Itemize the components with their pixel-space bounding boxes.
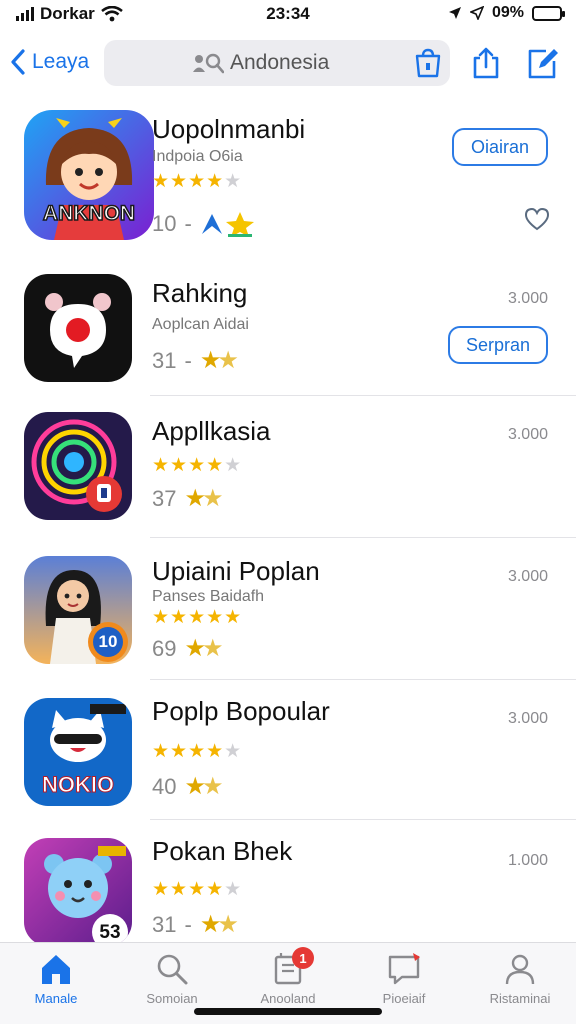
price-label: 3.000 [507, 290, 548, 307]
message-icon [388, 953, 420, 985]
rating-stars: ★★★★★ [152, 741, 243, 762]
app-meta: 40 ★★ [152, 772, 223, 801]
app-meta: 10 - [152, 210, 256, 238]
wishlist-icon[interactable] [524, 206, 550, 232]
battery-percent: 09% [491, 4, 524, 21]
app-title: Uopolnmanbi [152, 114, 306, 144]
app-title: Appllkasia [152, 416, 271, 446]
rating-stars: ★★★★★ [152, 879, 243, 900]
tab-label: Somoian [146, 991, 198, 1006]
price-label: 3.000 [507, 568, 548, 585]
app-icon: ANKNON [24, 110, 154, 240]
rating-stars-small: ★★ [184, 635, 223, 662]
rating-stars: ★★★★★ [152, 171, 243, 192]
meta-separator: - [184, 211, 192, 236]
back-button[interactable]: Leaya [10, 48, 89, 76]
app-subtitle: Indpoia O6ia [152, 148, 243, 165]
app-meta: 37 ★★ [152, 484, 223, 513]
tab-profile[interactable]: Ristaminai [470, 951, 570, 1006]
price-label: 1.000 [507, 852, 548, 869]
meta-separator: - [184, 911, 192, 937]
get-button[interactable]: Serpran [448, 326, 548, 364]
meta-count: 37 [152, 485, 177, 511]
back-label: Leaya [32, 50, 90, 73]
icon-wordmark: ANKNON [42, 201, 136, 226]
meta-count: 31 [152, 347, 177, 373]
search-input[interactable] [230, 48, 430, 78]
location-outline-icon [469, 6, 484, 20]
compose-icon[interactable] [526, 46, 558, 80]
app-title: Pokan Bhek [152, 836, 293, 866]
share-icon[interactable] [470, 46, 502, 80]
home-indicator[interactable] [194, 1008, 382, 1015]
person-search-icon [193, 53, 224, 74]
rating-stars-small: ★★ [184, 773, 223, 800]
meta-count: 10 [152, 211, 177, 236]
tab-messages[interactable]: Pioeiaif [354, 951, 454, 1006]
app-meta: 31 - ★★ [152, 910, 239, 939]
app-subtitle: Panses Baidafh [152, 588, 265, 605]
home-icon [42, 955, 70, 984]
tab-label: Pioeiaif [382, 991, 426, 1006]
app-title: Upiaini Poplan [152, 556, 320, 586]
status-bar: Dorkar 23:34 09% [0, 0, 576, 30]
target-icon [24, 412, 132, 520]
tab-updates[interactable]: 1 Anooland [238, 947, 338, 1006]
meta-count: 69 [152, 635, 177, 661]
list-item[interactable]: ANKNON Uopolnmanbi Indpoia O6ia ★★★★★ 10… [0, 104, 576, 254]
list-item[interactable]: NOKIO Poplp Bopoular ★★★★★ 40 ★★ 3.000 [0, 680, 576, 820]
tab-home[interactable]: Manale [6, 951, 106, 1006]
search-bar[interactable] [104, 40, 450, 86]
list-item[interactable]: Rahking Aoplcan Aidai 31 - ★★ 3.000 Serp… [0, 254, 576, 396]
arcade-icon [201, 212, 254, 237]
app-meta: 69 ★★ [152, 634, 223, 663]
get-button[interactable]: Oiairan [452, 128, 548, 166]
rating-stars: ★★★★★ [152, 455, 243, 476]
app-list: ANKNON Uopolnmanbi Indpoia O6ia ★★★★★ 10… [0, 104, 576, 942]
tab-label: Anooland [260, 991, 316, 1006]
nav-bar: Leaya [0, 38, 576, 92]
tab-label: Ristaminai [489, 991, 551, 1006]
app-icon: 10 [24, 556, 132, 664]
rating-stars-small: ★★ [184, 485, 223, 512]
meta-count: 40 [152, 773, 177, 799]
list-item[interactable]: 53 Pokan Bhek ★★★★★ 31 - ★★ 1.000 [0, 820, 576, 942]
list-item[interactable]: Appllkasia ★★★★★ 37 ★★ 3.000 [0, 396, 576, 538]
app-icon: NOKIO [24, 698, 132, 806]
rating-stars-small: ★★ [199, 911, 239, 938]
location-pin-icon [24, 274, 132, 382]
search-icon [157, 954, 188, 985]
app-icon [24, 274, 132, 382]
list-item[interactable]: 10 Upiaini Poplan Panses Baidafh ★★★★★ 6… [0, 538, 576, 680]
app-icon [24, 412, 132, 520]
rating-stars: ★★ [199, 347, 239, 374]
app-meta: 31 - ★★ [152, 346, 239, 375]
meta-count: 31 [152, 911, 177, 937]
shopping-bag-icon[interactable] [414, 48, 442, 78]
rating-stars: ★★★★★ [152, 607, 243, 628]
icon-wordmark: NOKIO [41, 772, 115, 798]
tab-label: Manale [34, 991, 78, 1006]
app-title: Rahking [152, 278, 248, 308]
tab-search[interactable]: Somoian [122, 951, 222, 1006]
price-label: 3.000 [507, 426, 548, 443]
app-title: Poplp Bopoular [152, 696, 330, 726]
price-label: 3.000 [507, 710, 548, 727]
icon-badge-text: 53 [99, 922, 121, 942]
person-icon [505, 954, 535, 985]
app-icon: 53 [24, 838, 132, 942]
location-icon [448, 7, 461, 19]
chevron-left-icon [11, 49, 25, 75]
battery-icon [532, 5, 565, 21]
app-subtitle: Aoplcan Aidai [152, 316, 249, 333]
notification-badge: 1 [292, 947, 314, 969]
icon-badge-text: 10 [98, 632, 118, 651]
meta-separator: - [184, 347, 192, 373]
